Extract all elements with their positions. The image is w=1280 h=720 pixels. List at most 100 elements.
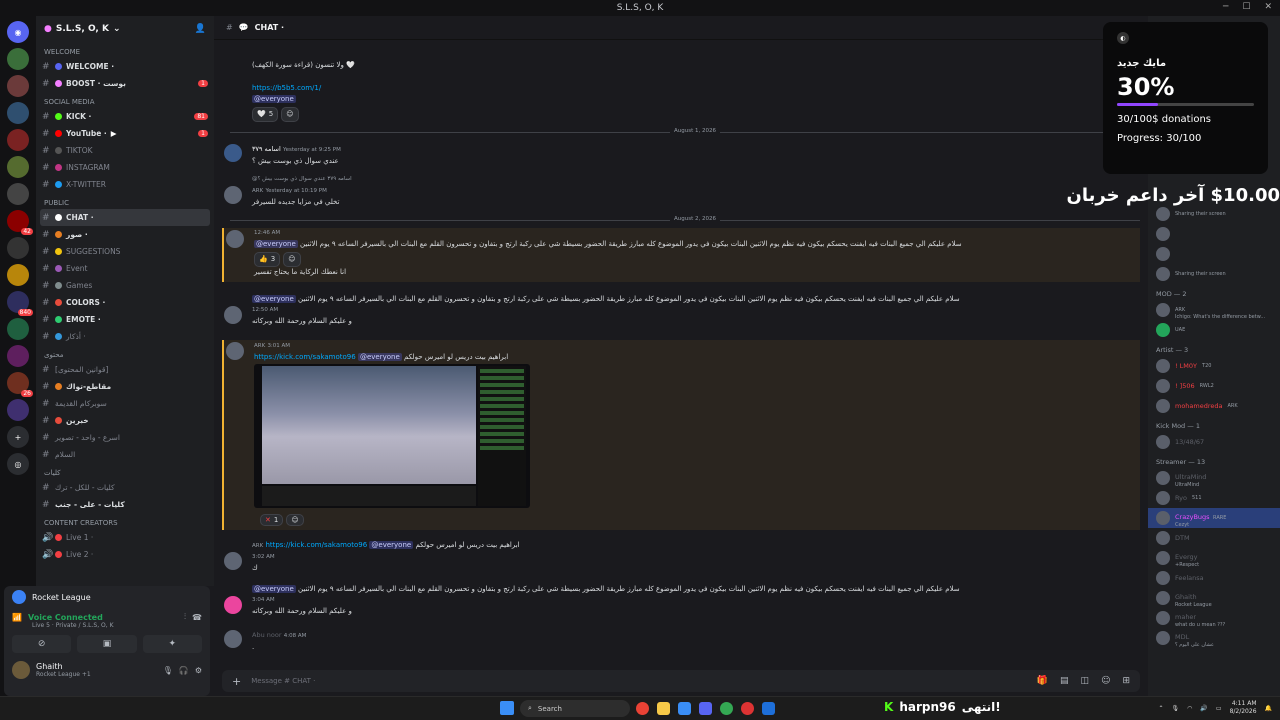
channel-adhkar[interactable]: # أذكار · — [36, 328, 214, 345]
category-social[interactable]: Social Media — [36, 92, 214, 108]
disconnect-icon[interactable]: ☎ — [192, 613, 202, 622]
server-icon[interactable]: 840 — [7, 291, 33, 316]
add-reaction-button[interactable]: ☺ — [286, 514, 304, 526]
server-icon[interactable] — [7, 102, 29, 124]
member[interactable]: Ghaith Rocket League — [1148, 588, 1280, 608]
server-icon[interactable] — [7, 156, 29, 178]
channel-q2[interactable]: # مقاطع-تواك — [36, 378, 214, 395]
member[interactable]: Sharing their screen — [1148, 264, 1280, 284]
reply-preview[interactable]: @اسامه ٣٧٩ عندي سوال ذي بوست بيش ؟ — [252, 174, 1140, 185]
reaction-thumbs[interactable]: 👍 3 — [254, 252, 281, 267]
member[interactable]: Ryo 511 — [1148, 488, 1280, 508]
store-icon[interactable] — [678, 702, 691, 715]
reaction-x[interactable]: ✕ 1 — [260, 514, 284, 526]
browser-icon[interactable] — [720, 702, 733, 715]
avatar[interactable] — [224, 552, 242, 570]
message-author[interactable]: اسامه ٣٧٩ — [252, 145, 281, 153]
voice-channel-live2[interactable]: 🔊 Live 2 · — [36, 546, 214, 563]
avatar[interactable] — [224, 596, 242, 614]
user-row[interactable]: Ghaith Rocket League +1 🎙 🎧 ⚙ — [4, 659, 210, 681]
channel-chat[interactable]: # CHAT · — [40, 209, 210, 226]
channel-q4[interactable]: # خبرين — [36, 412, 214, 429]
add-reaction-button[interactable]: ☺ — [283, 252, 301, 267]
member[interactable]: UAE — [1148, 320, 1280, 340]
mention[interactable]: @everyone — [252, 95, 296, 103]
chrome-icon[interactable] — [636, 702, 649, 715]
channel-colors[interactable]: # COLORS · — [36, 294, 214, 311]
channel-tiktok[interactable]: # TIKTOK — [36, 142, 214, 159]
channel-kick[interactable]: # KICK · 81 — [36, 108, 214, 125]
message-author[interactable]: Abu noor — [252, 631, 282, 639]
member[interactable]: ! LM0Y T20 — [1148, 356, 1280, 376]
member[interactable]: ARK Ichigo: What's the difference betw... — [1148, 300, 1280, 320]
maximize-icon[interactable]: ☐ — [1242, 2, 1250, 12]
minimize-icon[interactable]: ─ — [1223, 2, 1228, 12]
taskbar-search[interactable]: ⌕ Search — [520, 700, 630, 717]
server-icon[interactable]: 42 — [7, 210, 33, 235]
guild-header[interactable]: ● S.L.S, O, K ⌄ 👤 — [36, 16, 214, 42]
category-welcome[interactable]: WELCOME — [36, 42, 214, 58]
channel-welcome[interactable]: # WELCOME · — [36, 58, 214, 75]
start-icon[interactable] — [500, 701, 514, 715]
server-icon[interactable] — [7, 183, 29, 205]
category-creators[interactable]: CONTENT CREATORS — [36, 513, 214, 529]
category-kaliyat[interactable]: كليات — [36, 463, 214, 479]
member[interactable]: Evergy +Respect — [1148, 548, 1280, 568]
wifi-icon[interactable]: ◠ — [1187, 705, 1192, 712]
discover-icon[interactable]: ◎ — [7, 453, 29, 475]
folder-icon[interactable] — [657, 702, 670, 715]
camera-off-button[interactable]: ⊘ — [12, 635, 72, 653]
notifications-icon[interactable]: 🔔 — [1265, 705, 1272, 712]
close-icon[interactable]: ✕ — [1264, 2, 1272, 12]
clock[interactable]: 4:11 AM 8/2/2026 — [1230, 700, 1257, 716]
member[interactable]: 13/48/67 — [1148, 432, 1280, 452]
app-icon[interactable] — [762, 702, 775, 715]
server-icon[interactable] — [7, 129, 29, 151]
avatar[interactable] — [226, 342, 244, 360]
apps-icon[interactable]: ⊞ — [1122, 676, 1130, 686]
avatar[interactable] — [224, 144, 242, 162]
server-icon[interactable] — [7, 237, 29, 259]
embed-image[interactable] — [254, 364, 530, 508]
microphone-icon[interactable]: 🎙 — [163, 666, 173, 675]
member[interactable]: ! ]506 RWL2 — [1148, 376, 1280, 396]
message-composer[interactable]: + Message # CHAT · 🎁 ▤ ◫ ☺ ⊞ — [222, 670, 1140, 692]
member[interactable]: Feelansa — [1148, 568, 1280, 588]
server-icon[interactable] — [7, 75, 29, 97]
channel-k1[interactable]: # كليات - للكل - ترك — [36, 479, 214, 496]
member[interactable]: MDL عشان على اليوم ؟ — [1148, 628, 1280, 648]
channel-games[interactable]: # Games — [36, 277, 214, 294]
mention[interactable]: @everyone — [252, 585, 296, 593]
mention[interactable]: @everyone — [357, 353, 402, 361]
add-attachment-icon[interactable]: + — [232, 675, 241, 688]
channel-q1[interactable]: # [قوانين المحتوى] — [36, 361, 214, 378]
avatar[interactable] — [224, 630, 242, 648]
avatar[interactable] — [226, 230, 244, 248]
mention[interactable]: @everyone — [254, 240, 298, 248]
soundboard-icon[interactable]: ⫶ — [184, 612, 186, 622]
category-content[interactable]: محتوى — [36, 345, 214, 361]
sticker-icon[interactable]: ◫ — [1081, 676, 1090, 686]
member[interactable]: maher what do u mean ??? — [1148, 608, 1280, 628]
gif-icon[interactable]: ▤ — [1060, 676, 1069, 686]
reaction-heart[interactable]: 🤍 5 — [252, 107, 279, 122]
headphones-icon[interactable]: 🎧 — [179, 666, 189, 675]
channel-instagram[interactable]: # INSTAGRAM — [36, 159, 214, 176]
gear-icon[interactable]: ⚙ — [195, 666, 202, 675]
channel-xtwitter[interactable]: # X-TWITTER — [36, 176, 214, 193]
add-server-icon[interactable]: + — [7, 426, 29, 448]
add-member-icon[interactable]: 👤 — [195, 24, 206, 34]
battery-icon[interactable]: ▭ — [1216, 705, 1222, 712]
message-link[interactable]: https://kick.com/sakamoto96 — [254, 353, 356, 361]
activity-row[interactable]: Rocket League — [4, 586, 210, 608]
screen-share-button[interactable]: ▣ — [77, 635, 137, 653]
server-icon[interactable] — [7, 318, 29, 340]
member[interactable]: mohamedreda ARK — [1148, 396, 1280, 416]
voice-channel-live1[interactable]: 🔊 Live 1 · — [36, 529, 214, 546]
member[interactable]: CrazyBugs RARE Cezyt — [1148, 508, 1280, 528]
mic-icon[interactable]: 🎙 — [1172, 705, 1180, 712]
server-icon[interactable] — [7, 48, 29, 70]
member[interactable] — [1148, 224, 1280, 244]
chevron-up-icon[interactable]: ⌃ — [1159, 705, 1164, 712]
server-icon[interactable]: 26 — [7, 372, 33, 397]
